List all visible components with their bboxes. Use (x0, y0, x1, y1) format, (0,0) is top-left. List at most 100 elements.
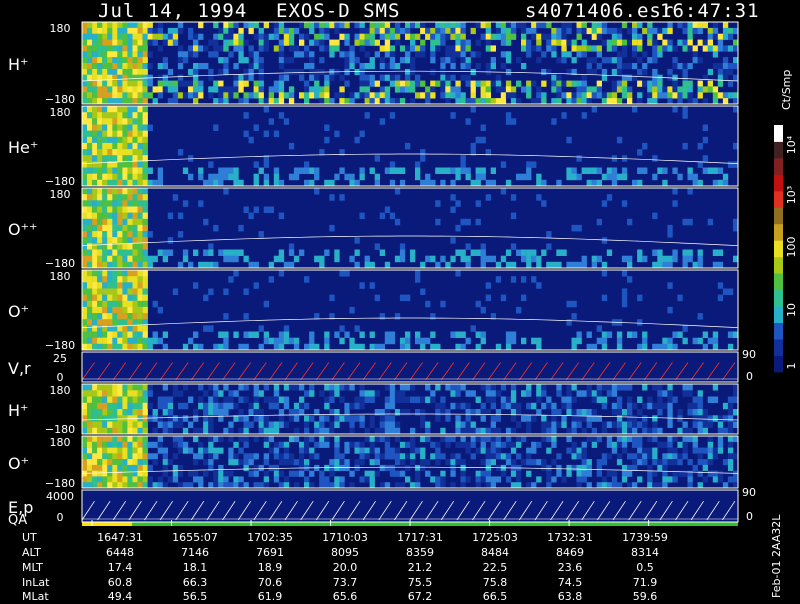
cell (157, 173, 163, 181)
cell (107, 482, 113, 489)
cell (722, 57, 729, 64)
cell (117, 194, 123, 201)
cell (379, 427, 385, 435)
cell (526, 161, 532, 168)
cell (349, 173, 355, 181)
cell (440, 300, 446, 308)
cell (707, 470, 713, 477)
colorbar-swatch (774, 339, 783, 356)
cell (314, 74, 320, 81)
cell (435, 415, 441, 422)
cell (505, 249, 512, 256)
cell (127, 337, 133, 345)
cell (627, 98, 633, 105)
cell (546, 427, 552, 435)
cell (137, 306, 143, 314)
cell (82, 306, 88, 314)
cell (198, 427, 204, 435)
cell (637, 476, 643, 483)
cell (596, 27, 602, 35)
cell (314, 343, 320, 351)
cell (571, 261, 577, 269)
cell (652, 57, 658, 64)
cell (142, 98, 148, 105)
cell (526, 390, 532, 397)
cell (470, 92, 476, 99)
cell (566, 464, 572, 471)
cell (349, 470, 355, 477)
y-tick-top: 180 (50, 22, 71, 35)
cell (430, 51, 436, 58)
cell (526, 421, 532, 428)
y-tick-bottom: 0 (57, 511, 64, 524)
cell (359, 476, 365, 483)
cell (460, 331, 466, 338)
cell (122, 218, 128, 226)
cell (268, 464, 274, 471)
cell (616, 337, 623, 345)
cell (233, 249, 239, 256)
cell (495, 74, 502, 81)
cell (319, 415, 325, 422)
cell (127, 436, 133, 443)
cell (717, 249, 724, 256)
cell (334, 415, 340, 422)
cell (172, 384, 179, 391)
cell (485, 390, 491, 397)
cell (379, 57, 385, 64)
cell (359, 396, 365, 403)
cell (253, 415, 259, 422)
cell (586, 464, 592, 471)
cell (102, 396, 108, 403)
cell (334, 390, 340, 397)
cell (314, 92, 320, 99)
cell (339, 415, 345, 422)
cell (137, 92, 143, 99)
cell (702, 86, 708, 93)
cell (657, 427, 663, 435)
cell (606, 249, 613, 256)
cell (722, 482, 729, 489)
cell (233, 80, 239, 87)
cell (480, 92, 486, 99)
cell (142, 39, 148, 46)
cell (223, 396, 229, 403)
cell (112, 106, 118, 113)
cell (268, 421, 274, 428)
cell (465, 167, 471, 174)
cell (97, 118, 103, 125)
cell (485, 453, 491, 460)
cell (293, 470, 300, 477)
cell (692, 22, 698, 29)
cell (112, 112, 118, 119)
cell (667, 447, 673, 454)
cell (122, 212, 128, 220)
cell (621, 470, 628, 477)
cell (712, 337, 719, 345)
cell (606, 384, 613, 391)
cell (682, 106, 688, 113)
cell (87, 188, 93, 195)
cell (132, 441, 138, 448)
cell (233, 39, 239, 46)
spectrogram-plot: 10⁴ 10³ 100 10 1 180 −180 H⁺ 180 −180 He⁺ 180 −180 O… (0, 0, 800, 603)
cell (384, 92, 391, 99)
cell (526, 39, 532, 46)
cell (172, 436, 179, 443)
cell (319, 45, 325, 52)
cell (233, 402, 239, 410)
cell (238, 33, 244, 40)
cell (122, 459, 128, 466)
cell (172, 288, 179, 295)
cell (374, 453, 380, 460)
cell (707, 39, 713, 46)
cell (334, 45, 340, 52)
cell (167, 427, 174, 435)
cell (682, 261, 688, 269)
cell (576, 337, 582, 345)
cell (107, 92, 113, 99)
cell (364, 63, 370, 70)
cell (521, 337, 527, 345)
cell (349, 57, 355, 64)
cell (319, 27, 325, 35)
